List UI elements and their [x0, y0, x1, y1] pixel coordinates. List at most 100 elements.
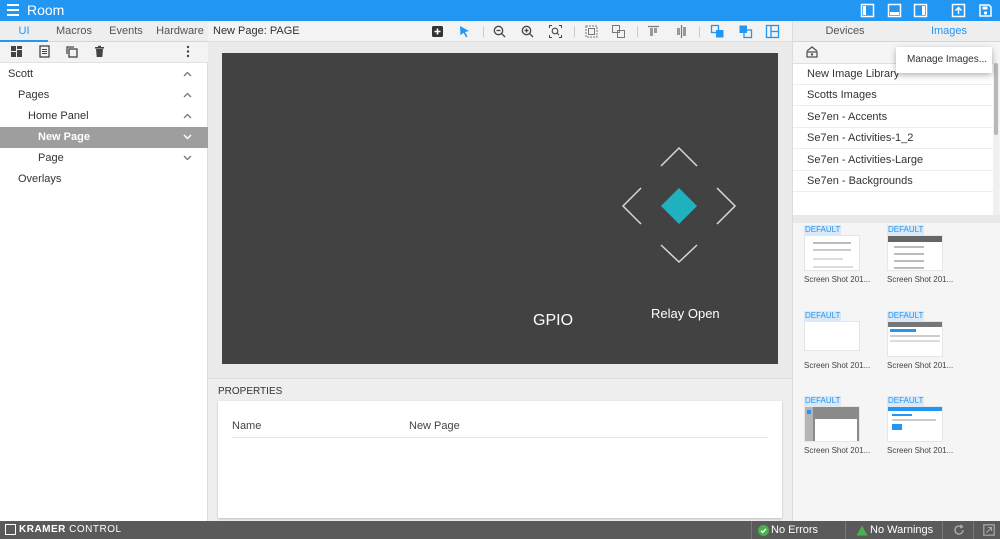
default-badge: DEFAULT: [887, 225, 925, 235]
kramer-logo-icon: [5, 524, 16, 535]
toolbar-divider: [699, 26, 700, 37]
thumbnail-caption: Screen Shot 201...: [887, 275, 954, 284]
chevron-up-icon[interactable]: [183, 71, 192, 77]
thumbnail-caption: Screen Shot 201...: [804, 275, 871, 284]
zoom-out-icon[interactable]: [492, 24, 507, 39]
tab-macros[interactable]: Macros: [48, 21, 100, 42]
layout-panels-icon[interactable]: [765, 24, 780, 39]
zoom-fit-icon[interactable]: [548, 24, 563, 39]
duplicate-icon[interactable]: [65, 45, 78, 58]
panel-divider: [793, 215, 1000, 223]
dpad-widget[interactable]: [620, 145, 740, 265]
property-name-label: Name: [232, 420, 262, 432]
tree-item-page[interactable]: Page: [0, 148, 208, 169]
thumbnail-image: [887, 235, 943, 271]
group-icon[interactable]: [584, 24, 599, 39]
tree-item-label: Overlays: [18, 173, 62, 185]
left-tabs: UI Macros Events Hardware: [0, 21, 208, 42]
more-options-icon[interactable]: [185, 45, 191, 58]
image-library-icon[interactable]: [805, 45, 819, 59]
chevron-up-icon[interactable]: [183, 92, 192, 98]
tree-item-pages[interactable]: Pages: [0, 85, 208, 106]
tree-item-label: Pages: [18, 89, 50, 101]
chevron-up-icon[interactable]: [183, 113, 192, 119]
errors-status[interactable]: No Errors: [771, 524, 818, 536]
default-badge: DEFAULT: [804, 396, 842, 406]
warning-triangle-icon: [856, 525, 868, 536]
tree-item-home-panel[interactable]: Home Panel: [0, 106, 208, 127]
gpio-label[interactable]: GPIO: [533, 312, 573, 330]
title-bar: Room: [0, 0, 1000, 21]
upload-icon[interactable]: [951, 3, 966, 18]
layout-right-panel-icon[interactable]: [913, 3, 928, 18]
select-pointer-icon[interactable]: [457, 24, 472, 39]
canvas-page-title: New Page: PAGE: [213, 25, 300, 37]
properties-heading: PROPERTIES: [218, 386, 283, 397]
right-panel: Devices Images New Image Library Scotts …: [792, 21, 1000, 521]
add-page-icon[interactable]: [10, 45, 23, 58]
tab-hardware[interactable]: Hardware: [152, 21, 208, 42]
tree-item-label: Home Panel: [28, 110, 89, 122]
tab-ui[interactable]: UI: [0, 21, 48, 42]
default-badge: DEFAULT: [887, 311, 925, 321]
send-backward-icon[interactable]: [738, 24, 753, 39]
zoom-in-icon[interactable]: [520, 24, 535, 39]
properties-panel: PROPERTIES Name New Page: [208, 378, 792, 521]
dpad-center-button: [661, 188, 697, 224]
dpad-right-arrow: [716, 187, 737, 225]
ungroup-icon[interactable]: [611, 24, 626, 39]
library-item[interactable]: Se7en - Backgrounds: [793, 171, 993, 192]
tab-images[interactable]: Images: [897, 21, 1000, 42]
status-divider: [973, 521, 974, 539]
align-top-icon[interactable]: [646, 24, 661, 39]
property-name-value[interactable]: New Page: [409, 420, 460, 432]
library-item[interactable]: Se7en - Activities-1_2: [793, 128, 993, 149]
menu-icon[interactable]: [7, 4, 19, 17]
tree-item-scott[interactable]: Scott: [0, 64, 208, 85]
page-canvas[interactable]: GPIO Relay Open: [222, 53, 778, 364]
tree-toolbar: [0, 42, 208, 63]
library-scrollbar[interactable]: [993, 63, 999, 215]
chevron-down-icon[interactable]: [183, 155, 192, 161]
refresh-icon[interactable]: [953, 524, 965, 536]
layout-left-panel-icon[interactable]: [860, 3, 875, 18]
thumbnail-caption: Screen Shot 201...: [804, 446, 871, 455]
delete-icon[interactable]: [93, 45, 106, 58]
status-bar: KRAMER CONTROL No Errors No Warnings: [0, 521, 1000, 539]
thumbnail-image: [887, 406, 943, 442]
manage-images-menu-item[interactable]: Manage Images...: [896, 47, 992, 73]
library-item[interactable]: Se7en - Activities-Large: [793, 150, 993, 171]
status-divider: [845, 521, 846, 539]
thumbnail-caption: Screen Shot 201...: [887, 361, 954, 370]
toolbar-divider: [637, 26, 638, 37]
expand-icon[interactable]: [983, 524, 995, 536]
save-icon[interactable]: [978, 3, 993, 18]
default-badge: DEFAULT: [804, 225, 842, 235]
warnings-status[interactable]: No Warnings: [870, 524, 933, 536]
add-widget-icon[interactable]: [430, 24, 445, 39]
dpad-left-arrow: [621, 187, 642, 225]
tab-events[interactable]: Events: [100, 21, 152, 42]
chevron-down-icon[interactable]: [183, 134, 192, 140]
tree-item-new-page[interactable]: New Page: [0, 127, 208, 148]
thumbnail-image: [804, 235, 860, 271]
left-panel: UI Macros Events Hardware Scott Pages Ho…: [0, 21, 208, 521]
default-badge: DEFAULT: [887, 396, 925, 406]
scrollbar-thumb[interactable]: [994, 63, 998, 135]
dpad-up-arrow: [660, 146, 698, 167]
properties-card: Name New Page: [218, 401, 782, 518]
bring-forward-icon[interactable]: [710, 24, 725, 39]
layout-bottom-panel-icon[interactable]: [887, 3, 902, 18]
status-divider: [751, 521, 752, 539]
align-center-icon[interactable]: [674, 24, 689, 39]
tab-devices[interactable]: Devices: [793, 21, 897, 42]
relay-open-label[interactable]: Relay Open: [651, 306, 720, 321]
thumbnail-caption: Screen Shot 201...: [804, 361, 871, 370]
document-icon[interactable]: [38, 45, 51, 58]
tree-item-overlays[interactable]: Overlays: [0, 169, 208, 190]
library-item[interactable]: Se7en - Accents: [793, 107, 993, 128]
toolbar-divider: [574, 26, 575, 37]
library-item[interactable]: Scotts Images: [793, 85, 993, 106]
default-badge: DEFAULT: [804, 311, 842, 321]
image-library-list: New Image Library Scotts Images Se7en - …: [793, 63, 993, 215]
